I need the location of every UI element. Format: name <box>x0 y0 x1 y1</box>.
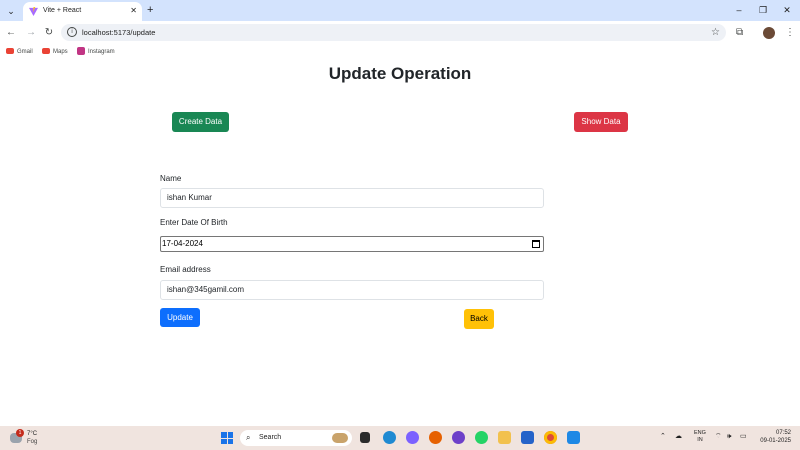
file-explorer-icon[interactable] <box>498 431 511 444</box>
bookmark-label: Gmail <box>17 49 33 55</box>
notification-badge: 1 <box>16 429 24 437</box>
search-highlight-icon <box>332 433 348 443</box>
language-code: ENG <box>694 430 706 436</box>
bookmarks-bar: Gmail Maps Instagram <box>0 44 800 60</box>
browser-tab[interactable]: Vite + React ✕ <box>23 2 142 21</box>
dob-label: Enter Date Of Birth <box>160 218 228 227</box>
name-input[interactable]: ishan Kumar <box>160 188 544 208</box>
update-button[interactable]: Update <box>160 308 200 327</box>
address-bar[interactable]: i localhost:5173/update ☆ <box>61 24 726 41</box>
site-info-icon[interactable]: i <box>67 27 77 37</box>
page-title: Update Operation <box>328 64 472 83</box>
volume-icon[interactable]: 🕪 <box>727 432 731 442</box>
battery-icon[interactable]: ▭ <box>740 432 747 442</box>
search-label: Search <box>259 434 282 441</box>
reload-icon[interactable]: ↻ <box>42 26 56 40</box>
tab-search-chevron-icon[interactable]: ⌄ <box>4 4 18 18</box>
minimize-button[interactable]: – <box>731 3 747 17</box>
forward-arrow-icon[interactable]: → <box>24 26 38 40</box>
back-button[interactable]: Back <box>464 309 494 329</box>
restore-button[interactable]: ❐ <box>755 3 771 17</box>
clock-date: 09-01-2025 <box>760 437 791 444</box>
weather-temperature: 7°C <box>27 431 38 437</box>
search-icon: ⌕ <box>246 433 251 442</box>
gmail-icon <box>6 48 14 55</box>
page-content: Update Operation Create Data Show Data N… <box>0 60 800 426</box>
windows-start-icon[interactable] <box>221 432 233 444</box>
menu-kebab-icon[interactable]: ⋮ <box>785 26 795 40</box>
back-arrow-icon[interactable]: ← <box>4 26 18 40</box>
browser-tab-bar: ⌄ Vite + React ✕ + – ❐ ✕ <box>0 0 800 21</box>
dob-value: 17-04-2024 <box>162 239 203 248</box>
maps-icon <box>42 48 50 55</box>
profile-avatar[interactable] <box>763 27 775 39</box>
browser-toolbar: ← → ↻ i localhost:5173/update ☆ ⧉ ⋮ <box>0 21 800 44</box>
show-data-button[interactable]: Show Data <box>574 112 628 132</box>
bookmark-star-icon[interactable]: ☆ <box>711 26 720 39</box>
system-clock[interactable]: 07:52 09-01-2025 <box>757 430 791 445</box>
bookmark-maps[interactable]: Maps <box>42 47 68 57</box>
wifi-icon[interactable]: ⌔ <box>715 432 722 442</box>
tab-title: Vite + React <box>43 7 82 14</box>
clock-time: 07:52 <box>775 430 791 436</box>
taskbar-search[interactable]: ⌕ Search <box>240 430 352 446</box>
close-window-button[interactable]: ✕ <box>779 3 795 17</box>
email-label: Email address <box>160 265 211 274</box>
email-input[interactable]: ishan@345gamil.com <box>160 280 544 300</box>
calendar-icon[interactable] <box>532 240 540 248</box>
vite-favicon-icon <box>29 7 38 16</box>
language-region: IN <box>697 437 703 443</box>
bookmark-instagram[interactable]: Instagram <box>77 47 115 57</box>
dob-date-input[interactable]: 17-04-2024 <box>160 236 544 252</box>
weather-condition: Fog <box>27 439 38 445</box>
firefox-icon[interactable] <box>429 431 442 444</box>
chrome-icon[interactable] <box>544 431 557 444</box>
edge-icon[interactable] <box>383 431 396 444</box>
onedrive-cloud-icon[interactable]: ☁ <box>675 432 682 442</box>
vscode-icon[interactable] <box>567 431 580 444</box>
copilot-icon[interactable] <box>406 431 419 444</box>
extensions-puzzle-icon[interactable]: ⧉ <box>736 26 743 40</box>
tab-close-icon[interactable]: ✕ <box>130 6 137 16</box>
instagram-icon <box>77 47 85 56</box>
new-tab-button[interactable]: + <box>147 3 153 17</box>
create-data-button[interactable]: Create Data <box>172 112 229 132</box>
task-view-icon[interactable] <box>360 432 370 443</box>
windows-taskbar: 1 7°C Fog ⌕ Search ⌃ ☁ ENG IN ⌔ 🕪 ▭ 07:5… <box>0 426 800 450</box>
whatsapp-icon[interactable] <box>475 431 488 444</box>
microsoft-store-icon[interactable] <box>521 431 534 444</box>
name-label: Name <box>160 174 182 183</box>
bookmark-gmail[interactable]: Gmail <box>6 47 33 57</box>
tray-chevron-up-icon[interactable]: ⌃ <box>660 432 666 442</box>
bookmark-label: Instagram <box>88 49 115 55</box>
language-indicator[interactable]: ENG IN <box>694 430 706 444</box>
bookmark-label: Maps <box>53 49 68 55</box>
address-url[interactable]: localhost:5173/update <box>82 27 155 38</box>
github-desktop-icon[interactable] <box>452 431 465 444</box>
